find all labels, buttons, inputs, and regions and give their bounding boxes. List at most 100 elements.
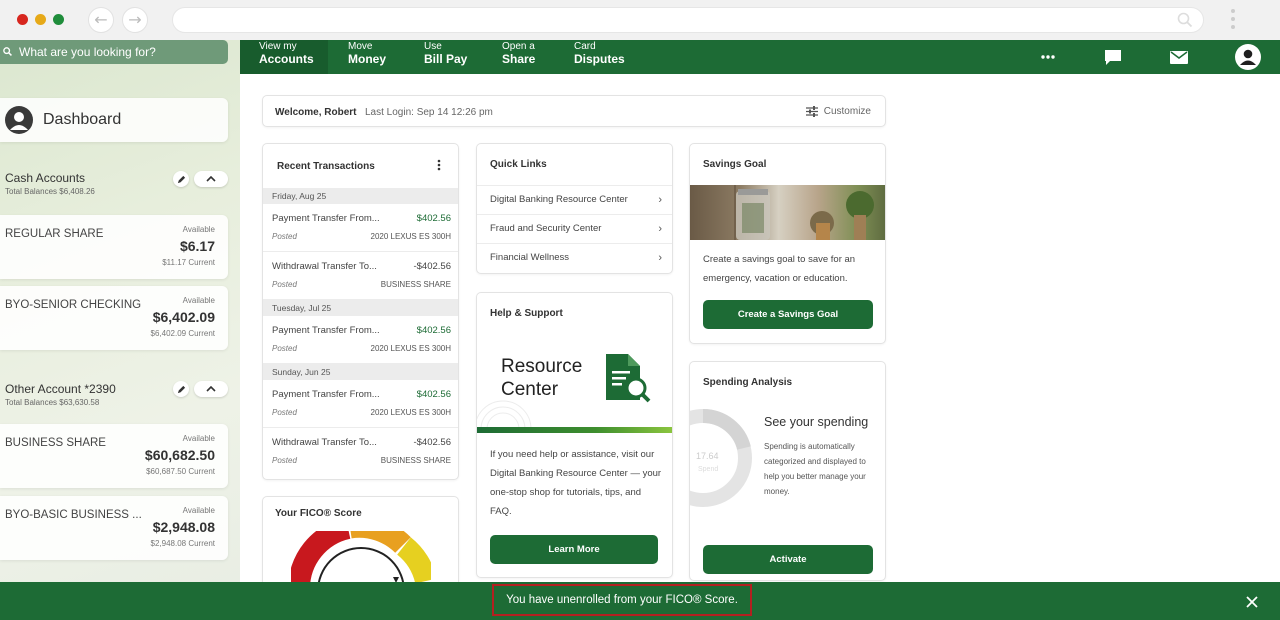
profile-avatar-icon[interactable] <box>1234 40 1262 74</box>
nav-accounts[interactable]: View my Accounts <box>240 40 328 74</box>
toast-message: You have unenrolled from your FICO® Scor… <box>492 584 752 616</box>
nav-item-small-label: Move <box>348 41 373 52</box>
card-title: Recent Transactions <box>277 161 375 172</box>
collapse-chevron-up-icon[interactable] <box>194 171 228 187</box>
search-placeholder: What are you looking for? <box>19 45 156 59</box>
account-card[interactable]: BYO-BASIC BUSINESS ... Available $2,948.… <box>0 496 228 560</box>
spending-headline: See your spending <box>764 415 869 429</box>
available-label: Available <box>182 506 215 515</box>
transaction-memo: 2020 LEXUS ES 300H <box>370 232 452 241</box>
nav-bill-pay[interactable]: Use Bill Pay <box>424 40 467 74</box>
transaction-description: Payment Transfer From... <box>272 213 380 224</box>
search-icon <box>1177 12 1193 28</box>
quick-link-label: Fraud and Security Center <box>490 223 602 234</box>
banner-accent-line <box>477 427 672 433</box>
main-navigation: View my Accounts Move Money Use Bill Pay… <box>240 40 1280 74</box>
browser-menu-icon[interactable] <box>1231 9 1237 33</box>
transaction-description: Payment Transfer From... <box>272 389 380 400</box>
nav-item-small-label: Use <box>424 41 442 52</box>
donut-label: Spend <box>698 466 719 473</box>
minimize-window-dot[interactable] <box>35 14 46 25</box>
transaction-amount: -$402.56 <box>413 437 451 448</box>
close-window-dot[interactable] <box>17 14 28 25</box>
transaction-status: Posted <box>272 344 297 353</box>
account-card[interactable]: BYO-SENIOR CHECKING Available $6,402.09 … <box>0 286 228 350</box>
transaction-row[interactable]: Payment Transfer From... $402.56 Posted … <box>263 204 458 252</box>
quick-link-resource-center[interactable]: Digital Banking Resource Center › <box>477 185 672 214</box>
transaction-status: Posted <box>272 232 297 241</box>
customize-label: Customize <box>823 106 871 117</box>
transaction-status: Posted <box>272 456 297 465</box>
close-icon[interactable] <box>1246 596 1258 608</box>
card-title: Quick Links <box>490 159 547 170</box>
transaction-row[interactable]: Withdrawal Transfer To... -$402.56 Poste… <box>263 428 458 476</box>
quick-link-financial-wellness[interactable]: Financial Wellness › <box>477 243 672 272</box>
transaction-amount: -$402.56 <box>413 261 451 272</box>
current-balance: $11.17 Current <box>162 258 215 267</box>
transaction-row[interactable]: Payment Transfer From... $402.56 Posted … <box>263 316 458 364</box>
collapse-chevron-up-icon[interactable] <box>194 381 228 397</box>
edit-pencil-icon[interactable] <box>173 381 189 397</box>
nav-item-small-label: Card <box>574 41 596 52</box>
card-title: Help & Support <box>490 308 563 319</box>
transaction-row[interactable]: Withdrawal Transfer To... -$402.56 Poste… <box>263 252 458 300</box>
customize-button[interactable]: Customize <box>805 106 871 117</box>
transaction-amount: $402.56 <box>416 389 451 400</box>
maximize-window-dot[interactable] <box>53 14 64 25</box>
nav-item-small-label: View my <box>259 41 297 52</box>
mail-icon[interactable] <box>1168 40 1190 74</box>
transaction-description: Withdrawal Transfer To... <box>272 261 377 272</box>
current-balance: $60,687.50 Current <box>146 467 215 476</box>
savings-jar-image <box>690 185 885 240</box>
account-card[interactable]: REGULAR SHARE Available $6.17 $11.17 Cur… <box>0 215 228 279</box>
banner-line: Resource <box>501 356 583 377</box>
page-title: Dashboard <box>43 111 122 128</box>
transaction-description: Withdrawal Transfer To... <box>272 437 377 448</box>
nav-card-disputes[interactable]: Card Disputes <box>574 40 625 74</box>
search-input[interactable]: What are you looking for? <box>0 40 228 64</box>
available-label: Available <box>182 225 215 234</box>
savings-description: Create a savings goal to save for an eme… <box>703 254 856 284</box>
nav-item-small-label: Open a <box>502 41 535 52</box>
transaction-amount: $402.56 <box>416 325 451 336</box>
quick-link-label: Financial Wellness <box>490 252 570 263</box>
account-group-total: Total Balances $6,408.26 <box>5 187 95 196</box>
transaction-memo: BUSINESS SHARE <box>380 280 451 289</box>
available-label: Available <box>182 296 215 305</box>
more-vertical-icon[interactable] <box>437 159 441 171</box>
account-group-name: Cash Accounts <box>5 171 86 185</box>
nav-move-money[interactable]: Move Money <box>348 40 386 74</box>
account-balance: $6,402.09 <box>152 309 215 325</box>
quick-link-label: Digital Banking Resource Center <box>490 194 628 205</box>
spending-description: Spending is automatically categorized an… <box>764 442 866 496</box>
user-avatar-icon <box>5 106 33 134</box>
account-name: REGULAR SHARE <box>5 228 104 240</box>
arrow-right-icon[interactable]: → <box>122 7 148 33</box>
chat-icon[interactable] <box>1102 40 1124 74</box>
dashboard-header[interactable]: Dashboard <box>0 98 228 142</box>
arrow-left-icon[interactable]: ← <box>88 7 114 33</box>
last-login: Last Login: Sep 14 12:26 pm <box>365 107 493 118</box>
document-search-icon <box>606 354 651 403</box>
address-bar[interactable] <box>172 7 1204 33</box>
nav-open-share[interactable]: Open a Share <box>502 40 535 74</box>
account-balance: $2,948.08 <box>152 519 215 535</box>
current-balance: $2,948.08 Current <box>150 539 216 548</box>
transaction-row[interactable]: Payment Transfer From... $402.56 Posted … <box>263 380 458 428</box>
account-balance: $60,682.50 <box>144 447 215 463</box>
create-savings-goal-button[interactable]: Create a Savings Goal <box>703 300 873 329</box>
edit-pencil-icon[interactable] <box>173 171 189 187</box>
account-group-name: Other Account *2390 <box>5 382 116 396</box>
learn-more-button[interactable]: Learn More <box>490 535 658 564</box>
account-card[interactable]: BUSINESS SHARE Available $60,682.50 $60,… <box>0 424 228 488</box>
transaction-memo: 2020 LEXUS ES 300H <box>370 344 452 353</box>
welcome-bar: Welcome, Robert Last Login: Sep 14 12:26… <box>262 95 886 127</box>
donut-value: 17.64 <box>696 451 719 461</box>
resource-center-banner: Resource Center <box>501 355 582 401</box>
transaction-memo: 2020 LEXUS ES 300H <box>370 408 452 417</box>
card-title: Savings Goal <box>703 159 767 170</box>
more-options-icon[interactable] <box>1036 40 1060 74</box>
account-group-total: Total Balances $63,630.58 <box>5 398 100 407</box>
activate-button[interactable]: Activate <box>703 545 873 574</box>
quick-link-fraud-security[interactable]: Fraud and Security Center › <box>477 214 672 243</box>
